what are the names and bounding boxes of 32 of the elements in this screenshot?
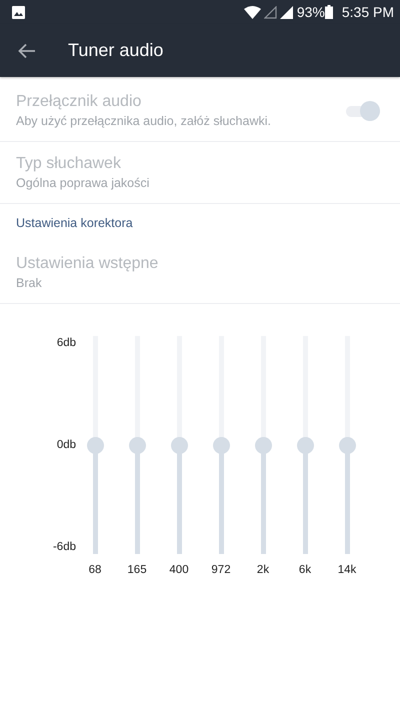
scale-label: 0db [56,438,76,452]
slider-thumb[interactable] [296,436,314,454]
slider-thumb[interactable] [128,436,146,454]
battery-percent: 93% [296,4,325,20]
slider-thumb[interactable] [86,436,104,454]
frequency-label: 2k [256,564,270,576]
slider-thumb[interactable] [254,436,272,454]
screen-title: Tuner audio [68,40,164,61]
slider-thumb[interactable] [338,436,356,454]
item-title: Typ słuchawek [16,155,122,173]
frequency-label: 14k [338,564,356,576]
item-summary: Brak [16,276,43,290]
frequency-label: 6k [298,564,312,576]
item-summary: Aby użyć przełącznika audio, załóż słuchawki. [16,114,272,128]
frequency-label: 165 [127,564,147,576]
wifi-icon [244,6,261,18]
clock-time: 5:35 PM [342,4,394,20]
section-header: Ustawienia korektora [15,215,134,232]
item-title: Przełącznik audio [16,93,142,111]
item-title: Ustawienia wstępne [16,255,160,273]
slider-thumb[interactable] [212,436,230,454]
frequency-label: 400 [169,564,189,576]
signal-icon [280,6,293,18]
scale-label: -6db [52,540,76,554]
image-icon [12,6,25,18]
item-summary: Ogólna poprawa jakości [16,176,150,190]
scale-label: 6db [56,336,76,350]
frequency-label: 68 [88,564,102,576]
battery-icon [324,5,333,19]
signal-icon [264,6,277,18]
frequency-label: 972 [211,564,231,576]
slider-thumb[interactable] [170,436,188,454]
